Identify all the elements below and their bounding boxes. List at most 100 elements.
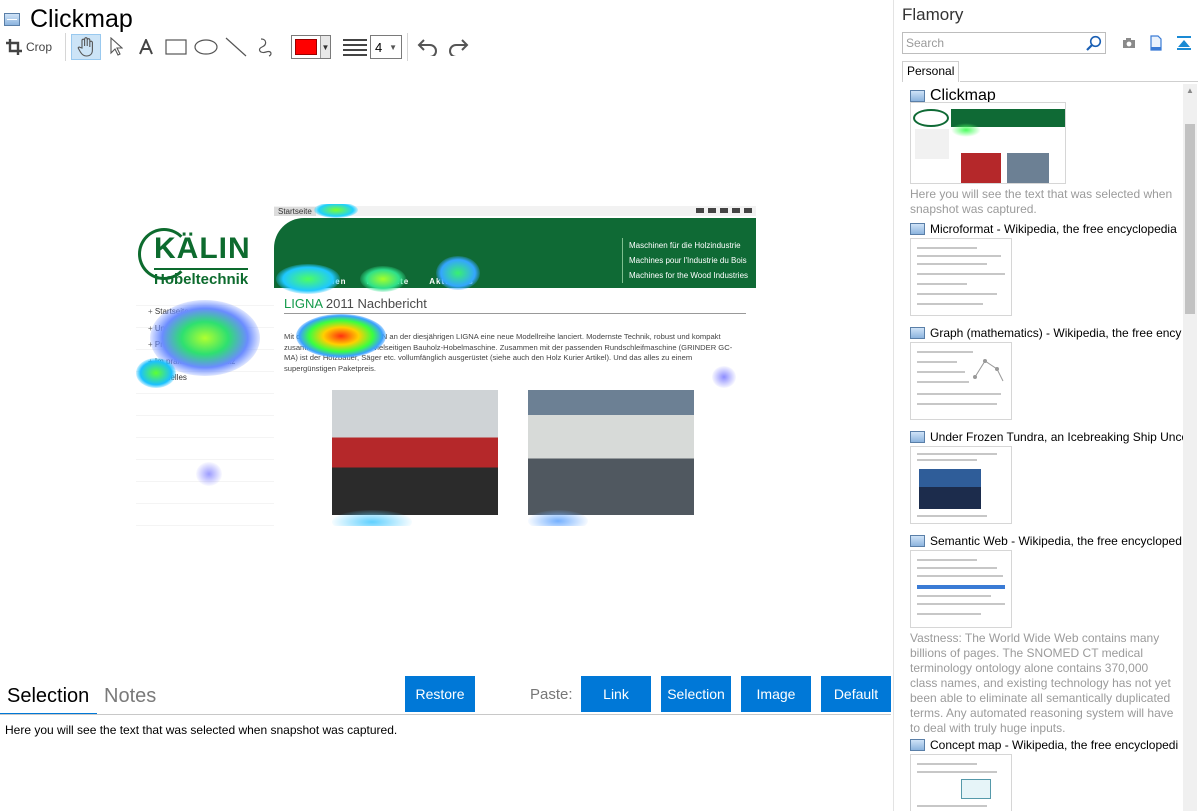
banner-nav-item: Aktuelles <box>429 277 474 286</box>
snapshot-thumbnail <box>910 754 1012 811</box>
collapse-panel-icon[interactable] <box>1175 34 1193 52</box>
snapshot-list: Clickmap Here you will see the text that… <box>894 84 1183 811</box>
selection-text-area[interactable]: Here you will see the text that was sele… <box>5 723 397 737</box>
rectangle-tool-button[interactable] <box>161 34 191 60</box>
restore-button[interactable]: Restore <box>405 676 475 712</box>
snapshot-thumbnail <box>910 446 1012 524</box>
tab-personal[interactable]: Personal <box>902 61 960 82</box>
flamory-sidebar: Flamory Search Personal Clickmap Here yo… <box>893 0 1198 811</box>
captured-page-image: Startseite Kontakt KÄLIN Hobeltechnik Ma… <box>136 204 756 526</box>
logo-subtitle: Hobeltechnik <box>154 268 249 288</box>
rectangle-icon <box>165 39 187 55</box>
captured-sidebar-item: Unternehmen <box>148 321 274 338</box>
kalin-logo: KÄLIN Hobeltechnik <box>136 222 268 292</box>
text-icon <box>139 39 153 55</box>
redo-icon <box>449 39 469 56</box>
tagline-en: Machines for the Wood Industries <box>629 271 749 280</box>
snapshot-icon <box>910 90 925 102</box>
tab-selection[interactable]: Selection <box>7 685 89 708</box>
captured-sidebar-item: Produkte <box>148 337 274 354</box>
chevron-down-icon: ▼ <box>389 42 398 52</box>
hand-tool-button[interactable] <box>71 34 102 60</box>
undo-icon <box>417 39 438 56</box>
snapshot-icon <box>910 431 925 443</box>
search-input[interactable]: Search <box>902 32 1106 54</box>
logo-name: KÄLIN <box>154 232 251 265</box>
paste-image-button[interactable]: Image <box>741 676 811 712</box>
select-tool-button[interactable] <box>101 34 131 60</box>
chevron-down-icon: ▼ <box>320 36 331 58</box>
text-tool-button[interactable] <box>131 34 161 60</box>
sidebar-scrollbar[interactable]: ▲ <box>1183 84 1197 811</box>
search-placeholder: Search <box>906 36 945 50</box>
line-style-button[interactable] <box>343 34 368 60</box>
freehand-icon <box>258 38 272 57</box>
color-picker[interactable]: ▼ <box>291 35 332 59</box>
color-swatch <box>295 39 318 55</box>
captured-tagline: Maschinen für die Holzindustrie Machines… <box>622 238 750 283</box>
tab-notes[interactable]: Notes <box>104 685 156 708</box>
divider <box>0 714 891 715</box>
snapshot-icon <box>910 739 925 751</box>
captured-banner-nav: Unternehmen Produkte Aktuelles <box>284 277 494 286</box>
trade-fair-photo <box>528 390 694 515</box>
crop-button[interactable]: Crop <box>6 34 60 60</box>
line-tool-button[interactable] <box>221 34 251 60</box>
toolbar-separator <box>65 33 67 61</box>
scroll-up-icon[interactable]: ▲ <box>1186 86 1194 95</box>
snapshot-icon <box>4 12 20 26</box>
undo-button[interactable] <box>413 34 443 60</box>
snapshot-icon <box>910 327 925 339</box>
captured-sidebar: Startseite Unternehmen Produkte Im prakt… <box>136 294 274 526</box>
banner-nav-item: Unternehmen <box>284 277 347 286</box>
captured-top-nav: Startseite Kontakt <box>274 206 756 216</box>
crop-icon <box>6 39 22 55</box>
heading-rest: 2011 Nachbericht <box>322 296 427 311</box>
freehand-tool-button[interactable] <box>251 34 281 60</box>
sidebar-title: Flamory <box>902 5 964 24</box>
tab-divider <box>960 81 1198 82</box>
ellipse-tool-button[interactable] <box>191 34 221 60</box>
paste-default-button[interactable]: Default <box>821 676 891 712</box>
ellipse-icon <box>194 39 218 55</box>
list-item-title: Microformat - Wikipedia, the free encycl… <box>930 222 1177 236</box>
captured-flag-icons <box>696 208 752 213</box>
list-item[interactable]: Concept map - Wikipedia, the free encycl… <box>910 737 1183 811</box>
arrow-pointer-icon <box>110 37 124 56</box>
crop-label: Crop <box>26 40 53 54</box>
captured-sidebar-item: Im praktischen Einsatz <box>148 354 274 371</box>
captured-banner: Maschinen für die Holzindustrie Machines… <box>274 218 756 288</box>
drawing-toolbar: Crop ▼ 4 ▼ <box>6 33 473 61</box>
paste-selection-button[interactable]: Selection <box>661 676 731 712</box>
list-item[interactable]: Under Frozen Tundra, an Icebreaking Ship… <box>910 429 1183 524</box>
app-window: Clickmap Crop ▼ 4 ▼ Startseite Kontakt K… <box>0 0 1198 811</box>
toolbar-separator <box>407 33 409 61</box>
snapshot-thumbnail <box>910 238 1012 316</box>
tagline-fr: Machines pour l'Industrie du Bois <box>629 256 747 265</box>
snapshot-pane: Clickmap Crop ▼ 4 ▼ Startseite Kontakt K… <box>0 0 893 811</box>
search-icon[interactable] <box>1086 35 1102 51</box>
list-item-title: Under Frozen Tundra, an Icebreaking Ship… <box>930 430 1183 444</box>
line-width-icon <box>343 39 368 56</box>
line-width-value: 4 <box>375 39 383 55</box>
line-width-select[interactable]: 4 ▼ <box>370 35 403 59</box>
paste-link-button[interactable]: Link <box>581 676 651 712</box>
camera-icon[interactable] <box>1120 34 1138 52</box>
list-item-desc: Here you will see the text that was sele… <box>910 187 1173 216</box>
list-item[interactable]: Clickmap Here you will see the text that… <box>910 87 1183 217</box>
list-item-title: Concept map - Wikipedia, the free encycl… <box>930 738 1179 752</box>
list-item[interactable]: Semantic Web - Wikipedia, the free encyc… <box>910 533 1183 736</box>
document-icon[interactable] <box>1147 34 1165 52</box>
machine-photo <box>332 390 498 515</box>
redo-button[interactable] <box>443 34 473 60</box>
banner-nav-item: Produkte <box>366 277 410 286</box>
snapshot-icon <box>910 223 925 235</box>
tagline-de: Maschinen für die Holzindustrie <box>629 241 741 250</box>
list-item-title: Graph (mathematics) - Wikipedia, the fre… <box>930 326 1182 340</box>
captured-sidebar-item: Startseite <box>148 304 274 321</box>
list-item-desc: Vastness: The World Wide Web contains ma… <box>910 631 1174 735</box>
list-item[interactable]: Microformat - Wikipedia, the free encycl… <box>910 221 1183 316</box>
list-item[interactable]: Graph (mathematics) - Wikipedia, the fre… <box>910 325 1183 420</box>
scroll-thumb[interactable] <box>1185 124 1195 314</box>
captured-sidebar-item: Aktuelles <box>148 370 274 387</box>
